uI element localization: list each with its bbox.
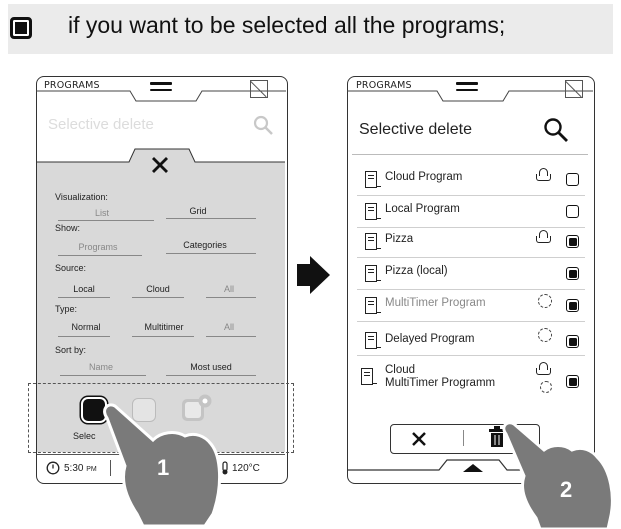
option-all-source[interactable]: All <box>212 284 246 294</box>
divider <box>58 220 154 221</box>
program-doc-icon <box>365 233 381 250</box>
program-name: Pizza <box>385 233 414 245</box>
option-grid[interactable]: Grid <box>168 206 228 216</box>
program-doc-icon <box>365 171 381 188</box>
left-close-corner-icon[interactable] <box>250 80 268 98</box>
program-doc-icon <box>365 297 381 314</box>
program-checkbox[interactable] <box>566 205 579 218</box>
option-normal[interactable]: Normal <box>60 322 112 332</box>
program-checkbox[interactable] <box>566 267 579 280</box>
row-divider <box>357 355 585 356</box>
program-checkbox[interactable] <box>566 335 579 348</box>
left-faded-title: Selective delete <box>48 116 154 133</box>
divider <box>206 297 256 298</box>
cloud-icon <box>536 168 551 181</box>
program-checkbox[interactable] <box>566 375 579 388</box>
step-1-number: 1 <box>157 455 170 480</box>
list-item[interactable]: Delayed Program <box>357 324 585 356</box>
visualization-label: Visualization: <box>55 192 108 202</box>
page-title: Selective delete <box>359 121 472 138</box>
option-list[interactable]: List <box>72 208 132 218</box>
right-header-tab-outline <box>347 90 593 102</box>
black-square-bullet-icon <box>10 17 32 39</box>
program-doc-icon <box>361 368 377 385</box>
arrow-right-icon <box>297 264 311 286</box>
program-checkbox[interactable] <box>566 173 579 186</box>
option-local[interactable]: Local <box>62 284 106 294</box>
show-label: Show: <box>55 223 81 233</box>
action-separator <box>463 430 464 446</box>
program-doc-icon <box>365 265 381 282</box>
program-name: Pizza (local) <box>385 265 448 277</box>
multitimer-icon <box>538 294 552 308</box>
clock-icon <box>46 461 60 475</box>
divider <box>206 336 256 337</box>
cloud-icon <box>536 230 551 243</box>
close-filter-icon[interactable] <box>150 155 170 175</box>
source-label: Source: <box>55 263 87 273</box>
divider <box>58 297 110 298</box>
list-item[interactable]: MultiTimer Program <box>357 290 585 322</box>
search-icon[interactable] <box>542 116 570 144</box>
cancel-icon[interactable] <box>410 430 428 448</box>
select-all-caption: Selec <box>73 431 96 441</box>
program-name: MultiTimer Program <box>385 297 486 309</box>
delayed-icon <box>538 328 552 342</box>
list-item[interactable]: Pizza <box>357 226 585 258</box>
status-time-value: 5:30 <box>64 463 84 474</box>
program-doc-icon <box>365 332 381 349</box>
option-cloud[interactable]: Cloud <box>136 284 180 294</box>
pointing-hand-2 <box>502 421 614 529</box>
right-close-corner-icon[interactable] <box>565 80 583 98</box>
list-item[interactable]: Cloud MultiTimer Programm <box>357 362 585 402</box>
option-most-used[interactable]: Most used <box>180 362 242 372</box>
divider <box>166 253 256 254</box>
program-name-line-2: MultiTimer Programm <box>385 377 496 389</box>
divider <box>58 255 142 256</box>
list-item[interactable]: Cloud Program <box>357 164 585 196</box>
program-name: Local Program <box>385 203 460 215</box>
divider <box>132 297 184 298</box>
list-item[interactable]: Pizza (local) <box>357 258 585 290</box>
status-time: 5:30 PM <box>64 463 97 474</box>
program-name-line-1: Cloud <box>385 364 416 376</box>
list-item[interactable]: Local Program <box>357 196 585 228</box>
divider <box>58 336 110 337</box>
cloud-icon <box>536 362 551 375</box>
type-label: Type: <box>55 304 78 314</box>
step-2-number: 2 <box>560 477 573 502</box>
program-name: Cloud Program <box>385 171 463 183</box>
option-multitimer[interactable]: Multitimer <box>136 322 192 332</box>
status-temperature: 120°C <box>232 463 260 474</box>
divider <box>132 336 194 337</box>
left-search-icon[interactable] <box>252 114 274 136</box>
instruction-text: if you want to be selected all the progr… <box>68 12 506 38</box>
arrow-right-head-icon <box>310 256 330 294</box>
option-name[interactable]: Name <box>74 362 128 372</box>
program-checkbox[interactable] <box>566 299 579 312</box>
program-checkbox[interactable] <box>566 235 579 248</box>
option-programs[interactable]: Programs <box>68 242 128 252</box>
divider <box>166 375 256 376</box>
sort-by-label: Sort by: <box>55 345 87 355</box>
program-name: Delayed Program <box>385 333 475 345</box>
multitimer-icon <box>540 381 552 393</box>
divider <box>60 375 146 376</box>
option-categories[interactable]: Categories <box>172 240 238 250</box>
divider <box>166 218 256 219</box>
program-doc-icon <box>365 203 381 220</box>
title-divider <box>352 154 588 155</box>
row-divider <box>357 321 585 322</box>
left-header-tab-outline <box>36 90 286 102</box>
option-all-type[interactable]: All <box>212 322 246 332</box>
